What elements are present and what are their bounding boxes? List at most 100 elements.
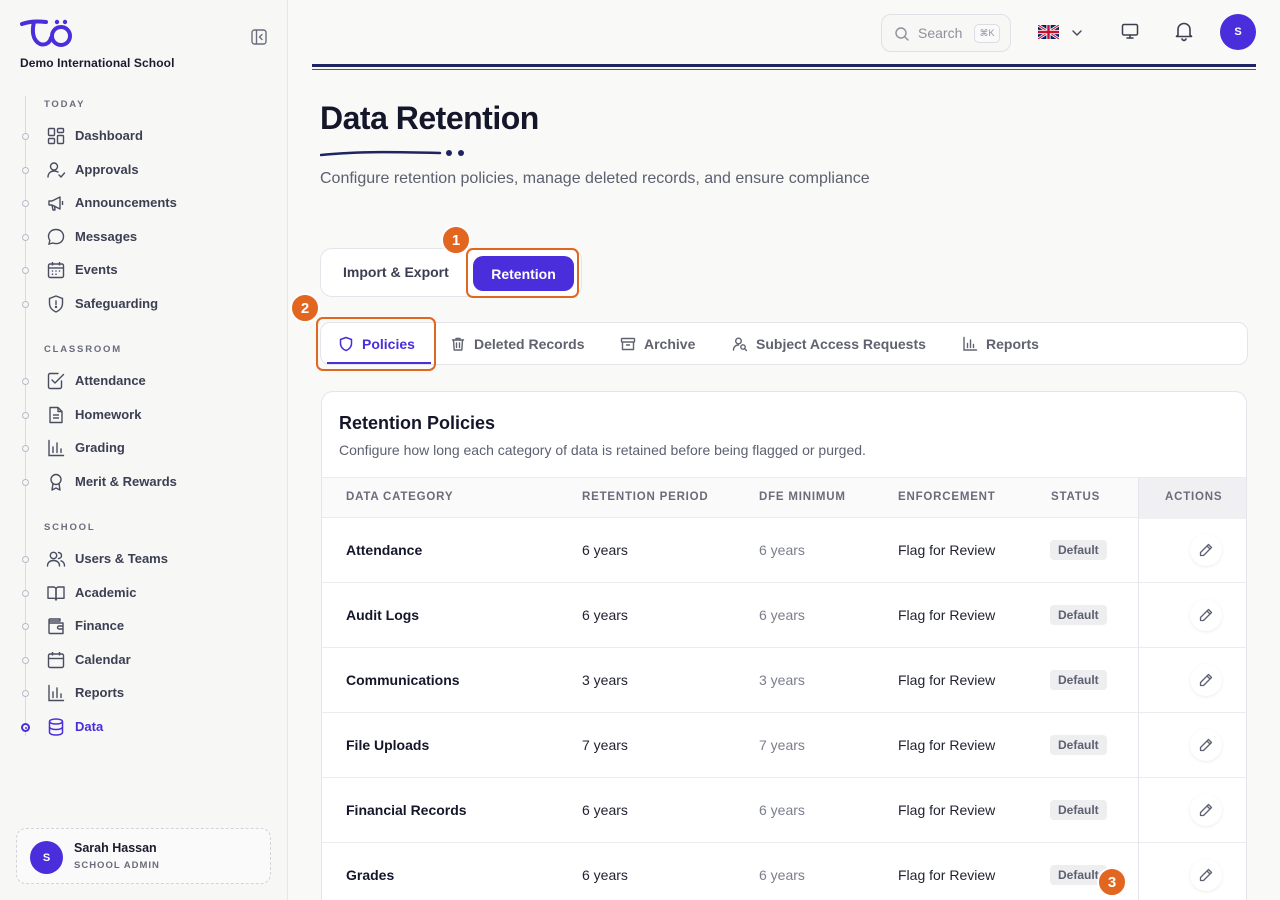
annotation-badge-1: 1 [441, 225, 471, 255]
sidebar-item-approvals[interactable]: Approvals [0, 156, 280, 184]
sidebar-item-attendance[interactable]: Attendance [0, 367, 280, 395]
award-icon [50, 473, 62, 491]
tab-label: Archive [644, 335, 696, 352]
sidebar-item-label: Homework [75, 407, 142, 422]
cell-retention: 6 years [582, 802, 628, 818]
uk-flag-icon [1038, 25, 1059, 39]
sidebar-item-grading[interactable]: Grading [0, 434, 280, 462]
section-label-school: SCHOOL [44, 522, 96, 533]
tab-label: Subject Access Requests [756, 335, 926, 352]
sidebar-item-academic[interactable]: Academic [0, 579, 280, 607]
sidebar-item-label: Safeguarding [75, 296, 159, 311]
sidebar-item-announcements[interactable]: Announcements [0, 189, 280, 217]
column-separator [1138, 778, 1139, 843]
section-label-classroom: CLASSROOM [44, 344, 122, 355]
sidebar-item-calendar[interactable]: Calendar [0, 646, 280, 674]
tab-subject-access-requests[interactable]: Subject Access Requests [732, 323, 926, 364]
column-header-status: STATUS [1051, 491, 1101, 503]
sidebar-item-homework[interactable]: Homework [0, 401, 280, 429]
checkbox-icon [47, 372, 65, 390]
pencil-icon [1199, 608, 1213, 622]
nav-dot [22, 267, 29, 274]
sidebar-item-dashboard[interactable]: Dashboard [0, 122, 280, 150]
sidebar-item-merit-rewards[interactable]: Merit & Rewards [0, 468, 280, 496]
nav-dot [22, 479, 29, 486]
book-icon [47, 586, 65, 601]
edit-button[interactable] [1190, 534, 1222, 566]
users-icon [46, 551, 66, 567]
sub-tabs: Policies Deleted Records Archive Subject… [320, 322, 1248, 365]
sidebar-item-data[interactable]: Data [0, 713, 280, 741]
status-badge: Default [1050, 670, 1107, 690]
bell-icon[interactable] [1172, 19, 1196, 43]
monitor-icon[interactable] [1120, 21, 1140, 41]
edit-button[interactable] [1190, 729, 1222, 761]
cell-dfe-minimum: 3 years [759, 672, 805, 688]
tab-reports[interactable]: Reports [962, 323, 1039, 364]
search-icon [895, 27, 909, 41]
chat-bubble-icon [47, 228, 65, 245]
school-name: Demo International School [20, 56, 175, 70]
sidebar-item-finance[interactable]: Finance [0, 612, 280, 640]
table-row: Audit Logs 6 years 6 years Flag for Revi… [322, 583, 1246, 648]
bar-chart-icon [48, 684, 65, 702]
sidebar-item-label: Calendar [75, 652, 131, 667]
nav-dot-active [21, 723, 30, 732]
nav-dot [22, 445, 29, 452]
user-profile-card[interactable]: S Sarah Hassan SCHOOL ADMIN [16, 828, 271, 884]
tab-deleted-records[interactable]: Deleted Records [450, 323, 584, 364]
edit-button[interactable] [1190, 859, 1222, 891]
retention-policies-card: Retention Policies Configure how long ea… [321, 391, 1247, 900]
nav-dot [22, 167, 29, 174]
sidebar-item-label: Attendance [75, 373, 146, 388]
search-input[interactable]: Search ⌘K [881, 14, 1011, 52]
annotation-highlight-1 [466, 248, 579, 298]
sidebar-item-label: Users & Teams [75, 551, 168, 566]
sidebar-item-users-teams[interactable]: Users & Teams [0, 545, 280, 573]
table-row: Communications 3 years 3 years Flag for … [322, 648, 1246, 713]
edit-button[interactable] [1190, 599, 1222, 631]
cell-enforcement: Flag for Review [898, 672, 996, 688]
shield-icon [48, 295, 64, 313]
annotation-badge-3: 3 [1097, 867, 1127, 897]
header-divider [312, 64, 1256, 67]
cell-category: Grades [346, 867, 395, 883]
user-role: SCHOOL ADMIN [74, 860, 160, 871]
sidebar-item-messages[interactable]: Messages [0, 223, 280, 251]
column-header-enforcement: ENFORCEMENT [898, 491, 996, 503]
sidebar-item-reports[interactable]: Reports [0, 679, 280, 707]
cell-category: Attendance [346, 542, 423, 558]
edit-button[interactable] [1190, 794, 1222, 826]
bar-chart-icon [48, 439, 65, 457]
edit-button[interactable] [1190, 664, 1222, 696]
column-separator [1138, 843, 1139, 900]
annotation-highlight-2 [316, 317, 436, 371]
column-separator [1138, 713, 1139, 778]
tab-import-export[interactable]: Import & Export [343, 264, 449, 280]
cell-dfe-minimum: 6 years [759, 802, 805, 818]
avatar[interactable]: S [1220, 14, 1256, 50]
tab-archive[interactable]: Archive [620, 323, 695, 364]
pencil-icon [1199, 738, 1213, 752]
nav-dot [22, 200, 29, 207]
nav-dot [22, 133, 29, 140]
sidebar-item-label: Announcements [75, 195, 177, 210]
column-header-data-category: DATA CATEGORY [346, 491, 454, 503]
cell-enforcement: Flag for Review [898, 802, 996, 818]
cell-enforcement: Flag for Review [898, 542, 996, 558]
cell-retention: 3 years [582, 672, 628, 688]
table-row: Financial Records 6 years 6 years Flag f… [322, 778, 1246, 843]
nav-dot [22, 556, 29, 563]
collapse-sidebar-icon[interactable] [250, 28, 268, 46]
sidebar-item-label: Finance [75, 618, 125, 633]
language-selector[interactable] [1038, 22, 1086, 44]
sidebar-item-events[interactable]: Events [0, 256, 280, 284]
sidebar-item-label: Dashboard [75, 128, 143, 143]
cell-dfe-minimum: 6 years [759, 542, 805, 558]
document-icon [49, 406, 63, 424]
status-badge: Default [1050, 540, 1107, 560]
sidebar-item-safeguarding[interactable]: Safeguarding [0, 290, 280, 318]
sidebar-item-label: Merit & Rewards [75, 474, 177, 489]
bar-chart-icon [963, 336, 978, 351]
pencil-icon [1199, 868, 1213, 882]
